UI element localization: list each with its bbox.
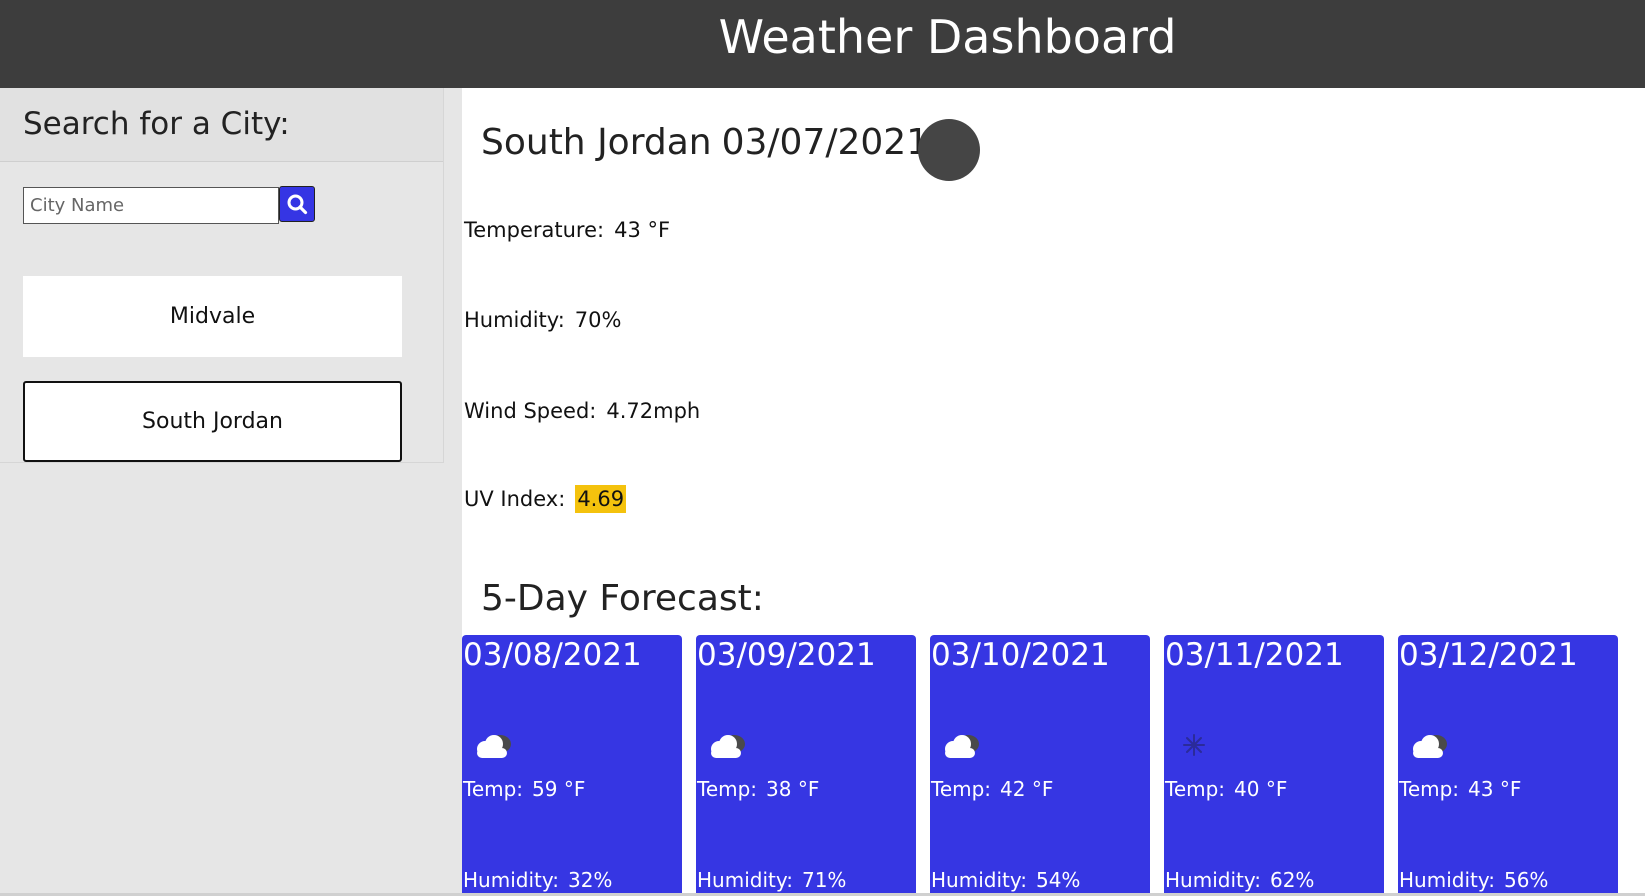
- current-humidity: Humidity: 70%: [464, 308, 621, 332]
- forecast-humidity: Humidity: 62%: [1165, 868, 1314, 892]
- forecast-temp-value: 59 °F: [532, 777, 586, 801]
- forecast-temp: Temp: 38 °F: [697, 777, 819, 801]
- forecast-date: 03/09/2021: [697, 637, 876, 673]
- cloud-icon: [1413, 735, 1447, 758]
- page-title: Weather Dashboard: [718, 10, 1177, 64]
- forecast-temp: Temp: 43 °F: [1399, 777, 1521, 801]
- city-history-button-south-jordan[interactable]: South Jordan: [23, 381, 402, 462]
- city-history-button-midvale[interactable]: Midvale: [23, 276, 402, 357]
- sidebar: Search for a City: Midvale South Jordan: [0, 88, 462, 896]
- forecast-humidity: Humidity: 54%: [931, 868, 1080, 892]
- temperature-label: Temperature:: [464, 218, 605, 242]
- current-city: South Jordan: [481, 122, 712, 163]
- search-heading: Search for a City:: [0, 88, 443, 162]
- cloud-icon: [477, 735, 511, 758]
- city-search-input[interactable]: [23, 187, 279, 224]
- forecast-date: 03/11/2021: [1165, 637, 1344, 673]
- forecast-temp: Temp: 40 °F: [1165, 777, 1287, 801]
- forecast-temp-label: Temp:: [463, 777, 524, 801]
- wind-value: 4.72mph: [606, 399, 701, 423]
- moon-icon: [918, 119, 980, 181]
- forecast-date: 03/12/2021: [1399, 637, 1578, 673]
- forecast-card: 03/10/2021 Temp: 42 °F Humidity: 54%: [930, 635, 1150, 896]
- current-temperature: Temperature: 43 °F: [464, 218, 670, 242]
- forecast-humidity-value: 56%: [1503, 868, 1549, 892]
- app-header: Weather Dashboard: [0, 0, 1645, 88]
- forecast-humidity-label: Humidity:: [1165, 868, 1261, 892]
- cloud-icon: [945, 735, 979, 758]
- city-history-label: Midvale: [169, 304, 256, 329]
- forecast-card: 03/12/2021 Temp: 43 °F Humidity: 56%: [1398, 635, 1618, 896]
- search-icon: [287, 194, 308, 215]
- forecast-temp-label: Temp:: [697, 777, 758, 801]
- uv-index-badge: 4.69: [575, 485, 627, 513]
- forecast-date: 03/08/2021: [463, 637, 642, 673]
- forecast-temp-value: 38 °F: [766, 777, 820, 801]
- current-wind-speed: Wind Speed: 4.72mph: [464, 399, 700, 423]
- current-uv-index: UV Index: 4.69: [464, 485, 627, 513]
- forecast-card: 03/09/2021 Temp: 38 °F Humidity: 71%: [696, 635, 916, 896]
- forecast-temp: Temp: 42 °F: [931, 777, 1053, 801]
- forecast-title: 5-Day Forecast:: [481, 578, 764, 619]
- forecast-humidity-label: Humidity:: [1399, 868, 1495, 892]
- forecast-humidity-label: Humidity:: [463, 868, 559, 892]
- forecast-card: 03/08/2021 Temp: 59 °F Humidity: 32%: [462, 635, 682, 896]
- forecast-humidity-label: Humidity:: [697, 868, 793, 892]
- forecast-card: 03/11/2021 Temp: 40 °F Humidity: 62%: [1164, 635, 1384, 896]
- forecast-humidity-label: Humidity:: [931, 868, 1027, 892]
- humidity-label: Humidity:: [464, 308, 565, 332]
- forecast-temp-value: 40 °F: [1234, 777, 1288, 801]
- main-content: South Jordan 03/07/2021 Temperature: 43 °F…: [462, 88, 1645, 896]
- forecast-temp-value: 42 °F: [1000, 777, 1054, 801]
- city-history-label: South Jordan: [142, 409, 283, 434]
- forecast-humidity-value: 62%: [1269, 868, 1315, 892]
- wind-label: Wind Speed:: [464, 399, 597, 423]
- temperature-value: 43 °F: [614, 218, 671, 242]
- forecast-humidity: Humidity: 56%: [1399, 868, 1548, 892]
- forecast-temp-label: Temp:: [931, 777, 992, 801]
- search-panel: Search for a City: Midvale South Jordan: [0, 88, 444, 463]
- forecast-humidity: Humidity: 71%: [697, 868, 846, 892]
- forecast-humidity-value: 54%: [1035, 868, 1081, 892]
- uv-label: UV Index:: [464, 487, 566, 511]
- current-date: 03/07/2021: [721, 122, 930, 163]
- current-weather-title: South Jordan 03/07/2021: [481, 122, 929, 163]
- snowflake-icon: [1183, 734, 1205, 756]
- forecast-temp-label: Temp:: [1165, 777, 1226, 801]
- forecast-temp-value: 43 °F: [1468, 777, 1522, 801]
- forecast-date: 03/10/2021: [931, 637, 1110, 673]
- forecast-humidity: Humidity: 32%: [463, 868, 612, 892]
- humidity-value: 70%: [574, 308, 622, 332]
- forecast-temp: Temp: 59 °F: [463, 777, 585, 801]
- cloud-icon: [711, 735, 745, 758]
- search-button[interactable]: [279, 186, 315, 222]
- forecast-humidity-value: 71%: [801, 868, 847, 892]
- forecast-humidity-value: 32%: [567, 868, 613, 892]
- forecast-temp-label: Temp:: [1399, 777, 1460, 801]
